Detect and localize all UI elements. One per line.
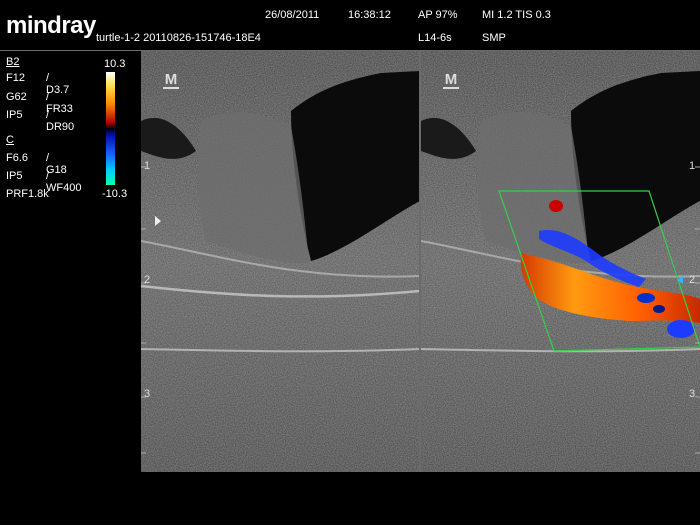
- color-param-row: IP5 / WF400: [6, 170, 81, 194]
- color-param-row: F6.6 / G18: [6, 152, 67, 176]
- depth-label: 2: [689, 274, 696, 286]
- probe-name: L14-6s: [418, 32, 452, 44]
- bmode-image-left[interactable]: M 1 2 3: [141, 51, 420, 472]
- color-section-label: C: [6, 134, 14, 146]
- top-bar: mindray turtle-1-2 20110826-151746-18E4 …: [0, 0, 700, 50]
- depth-label: 3: [144, 388, 151, 400]
- color-param-a: F6.6: [6, 152, 29, 164]
- bmode-param-a: IP5: [6, 109, 23, 121]
- color-doppler-image-right[interactable]: M 1 2 3: [421, 51, 700, 472]
- mi-tis-display: MI 1.2 TIS 0.3: [482, 9, 551, 21]
- bmode-param-b: / DR90: [46, 109, 75, 133]
- colorbar-bottom-label: -10.3: [102, 188, 128, 200]
- brand-logo: mindray: [6, 12, 96, 39]
- patient-id: turtle-1-2 20110826-151746-18E4: [96, 32, 261, 44]
- bmode-scan-left: [141, 51, 420, 472]
- depth-label: 3: [689, 388, 696, 400]
- depth-label: 1: [689, 160, 696, 172]
- bmode-param-row: IP5 / DR90: [6, 109, 74, 133]
- doppler-scan-right: [421, 51, 700, 472]
- colorbar-top-label: 10.3: [104, 58, 126, 70]
- bmode-param-a: G62: [6, 91, 27, 103]
- bmode-param-a: F12: [6, 72, 25, 84]
- color-velocity-bar: [106, 72, 115, 185]
- bmode-section-label: B2: [6, 56, 20, 68]
- acoustic-power: AP 97%: [418, 9, 458, 21]
- depth-label: 1: [144, 160, 151, 172]
- bottom-bar: [0, 472, 700, 525]
- orientation-marker: M: [443, 71, 459, 89]
- date-display: 26/08/2011: [265, 9, 320, 21]
- prf-value: PRF1.8k: [6, 188, 49, 200]
- color-param-b: / WF400: [46, 170, 82, 194]
- color-param-a: IP5: [6, 170, 23, 182]
- bmode-param-row: G62 / FR33: [6, 91, 73, 115]
- bmode-param-row: F12 / D3.7: [6, 72, 69, 96]
- preset-name: SMP: [482, 32, 506, 44]
- depth-label: 2: [144, 274, 151, 286]
- time-display: 16:38:12: [348, 9, 391, 21]
- orientation-marker: M: [163, 71, 179, 89]
